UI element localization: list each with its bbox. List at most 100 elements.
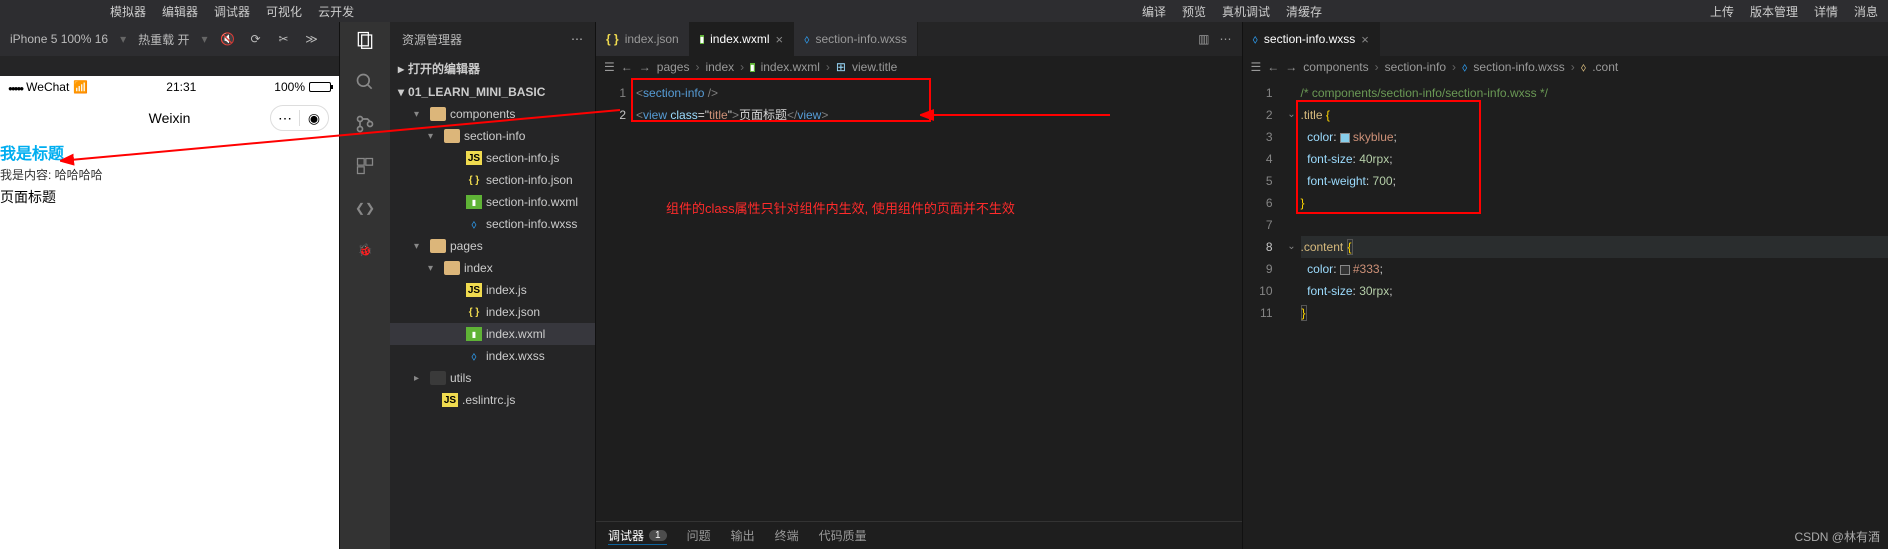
device-selector[interactable]: iPhone 5 100% 16 — [10, 32, 108, 46]
tree-item-index-json[interactable]: { }index.json — [390, 301, 595, 323]
tree-item-section-info-wxss[interactable]: ⬨section-info.wxss — [390, 213, 595, 235]
tree-item-utils[interactable]: ▸utils — [390, 367, 595, 389]
tab-index-wxml[interactable]: ▮index.wxml× — [690, 22, 794, 56]
code-editor-right[interactable]: 1234567891011 ⌄⌄ /* components/section-i… — [1243, 78, 1888, 549]
tab-index-json[interactable]: { }index.json — [596, 22, 690, 56]
output-tab[interactable]: 输出 — [731, 527, 755, 544]
menu-cloud[interactable]: 云开发 — [318, 3, 354, 20]
status-bar: WeChat 📶 21:31 100% — [0, 76, 339, 98]
nav-back-icon[interactable]: ← — [621, 60, 633, 74]
activity-bar: ❮❯ 🐞 — [340, 22, 390, 549]
annotation-text: 组件的class属性只针对组件内生效, 使用组件的页面并不生效 — [666, 198, 1015, 220]
wifi-icon: 📶 — [73, 80, 88, 94]
menu-preview[interactable]: 预览 — [1182, 3, 1206, 20]
menu-upload[interactable]: 上传 — [1710, 3, 1734, 20]
menubar-right: 上传 版本管理 详情 消息 — [1710, 3, 1878, 20]
nav-fwd-icon[interactable]: → — [1285, 60, 1297, 74]
open-editors-section[interactable]: ▸打开的编辑器 — [390, 56, 595, 81]
explorer-panel: 资源管理器 ⋯ ▸打开的编辑器 ▾01_LEARN_MINI_BASIC ▾co… — [390, 22, 595, 549]
mute-icon[interactable]: 🔇 — [220, 31, 236, 47]
tree-item-section-info-wxml[interactable]: ▮section-info.wxml — [390, 191, 595, 213]
tree-item-index-wxss[interactable]: ⬨index.wxss — [390, 345, 595, 367]
menu-details[interactable]: 详情 — [1814, 3, 1838, 20]
tree-item-section-info-json[interactable]: { }section-info.json — [390, 169, 595, 191]
refresh-icon[interactable]: ⟳ — [248, 31, 264, 47]
search-icon[interactable] — [353, 70, 377, 94]
menu-version[interactable]: 版本管理 — [1750, 3, 1798, 20]
debugger-tab[interactable]: 调试器1 — [608, 527, 667, 545]
bottom-panel: 调试器1 问题 输出 终端 代码质量 — [596, 521, 1242, 549]
tree-item-section-info[interactable]: ▾section-info — [390, 125, 595, 147]
explorer-header: 资源管理器 ⋯ — [390, 22, 595, 56]
top-menubar: 模拟器 编辑器 调试器 可视化 云开发 编译 预览 真机调试 清缓存 上传 版本… — [0, 0, 1888, 22]
simulator-device: WeChat 📶 21:31 100% Weixin ⋯ ◉ 我是标题 我是内容… — [0, 76, 339, 549]
capsule-button: ⋯ ◉ — [270, 105, 329, 131]
tab-section-info-wxss[interactable]: ⬨section-info.wxss× — [1243, 22, 1380, 56]
split-icon[interactable]: ▥ — [1198, 32, 1209, 46]
source-control-icon[interactable] — [353, 112, 377, 136]
battery-label: 100% — [274, 80, 305, 94]
preview-page-title: 页面标题 — [0, 183, 339, 207]
tree-item-index-wxml[interactable]: ▮index.wxml — [390, 323, 595, 345]
cut-icon[interactable]: ✂ — [276, 31, 292, 47]
close-icon[interactable]: × — [1361, 32, 1369, 47]
tree-item-section-info-js[interactable]: JSsection-info.js — [390, 147, 595, 169]
capsule-close-icon[interactable]: ◉ — [300, 110, 328, 127]
project-section[interactable]: ▾01_LEARN_MINI_BASIC — [390, 81, 595, 103]
battery-icon — [309, 82, 331, 92]
code-icon[interactable]: ❮❯ — [353, 196, 377, 220]
terminal-tab[interactable]: 终端 — [775, 527, 799, 544]
nav-back-icon[interactable]: ← — [1267, 60, 1279, 74]
breadcrumb-left[interactable]: ☰ ← → pages› index› ▮index.wxml› ⊞ view.… — [596, 56, 1242, 78]
nav-bar: Weixin ⋯ ◉ — [0, 98, 339, 138]
simulator-panel: iPhone 5 100% 16▾ 热重载 开▾ 🔇 ⟳ ✂ ≫ WeChat … — [0, 22, 340, 549]
extensions-icon[interactable] — [353, 154, 377, 178]
time-label: 21:31 — [166, 80, 196, 94]
menu-debugger[interactable]: 调试器 — [214, 3, 250, 20]
explorer-title: 资源管理器 — [402, 31, 462, 48]
breadcrumb-right[interactable]: ☰ ← → components› section-info› ⬨section… — [1243, 56, 1888, 78]
list-icon[interactable]: ☰ — [1251, 60, 1262, 74]
menu-realdevice[interactable]: 真机调试 — [1222, 3, 1270, 20]
code-editor-left[interactable]: 12 <section-info /> <view class="title">… — [596, 78, 1242, 521]
hot-reload-toggle[interactable]: 热重载 开 — [138, 31, 189, 48]
problems-tab[interactable]: 问题 — [687, 527, 711, 544]
file-tree: ▾components▾section-infoJSsection-info.j… — [390, 103, 595, 549]
more-icon[interactable]: ≫ — [304, 31, 320, 47]
list-icon[interactable]: ☰ — [604, 60, 615, 74]
watermark: CSDN @林有酒 — [1794, 528, 1880, 545]
tree-item-index-js[interactable]: JSindex.js — [390, 279, 595, 301]
quality-tab[interactable]: 代码质量 — [819, 527, 867, 544]
tab-section-info-wxss[interactable]: ⬨section-info.wxss — [794, 22, 918, 56]
tab-more-icon[interactable]: ⋯ — [1220, 32, 1232, 46]
menu-editor[interactable]: 编辑器 — [162, 3, 198, 20]
explorer-icon[interactable] — [353, 28, 377, 52]
simulator-toolbar: iPhone 5 100% 16▾ 热重载 开▾ 🔇 ⟳ ✂ ≫ — [0, 22, 339, 56]
tabbar-left: { }index.json▮index.wxml×⬨section-info.w… — [596, 22, 1242, 56]
explorer-more-icon[interactable]: ⋯ — [571, 32, 583, 46]
editors-area: { }index.json▮index.wxml×⬨section-info.w… — [595, 22, 1888, 549]
nav-fwd-icon[interactable]: → — [639, 60, 651, 74]
editor-left: { }index.json▮index.wxml×⬨section-info.w… — [595, 22, 1242, 549]
close-icon[interactable]: × — [776, 32, 784, 47]
menu-compile[interactable]: 编译 — [1142, 3, 1166, 20]
tree-item--eslintrc-js[interactable]: JS.eslintrc.js — [390, 389, 595, 411]
preview-title: 我是标题 — [0, 138, 339, 166]
wxss-icon: ⬨ — [1462, 60, 1467, 75]
tree-item-index[interactable]: ▾index — [390, 257, 595, 279]
simulator-body: 我是标题 我是内容: 哈哈哈哈 页面标题 — [0, 138, 339, 207]
bug-icon[interactable]: 🐞 — [353, 238, 377, 262]
menu-simulator[interactable]: 模拟器 — [110, 3, 146, 20]
menu-messages[interactable]: 消息 — [1854, 3, 1878, 20]
nav-title: Weixin — [149, 110, 191, 126]
tree-item-components[interactable]: ▾components — [390, 103, 595, 125]
menubar-center: 编译 预览 真机调试 清缓存 — [754, 3, 1710, 20]
tree-item-pages[interactable]: ▾pages — [390, 235, 595, 257]
capsule-menu-icon[interactable]: ⋯ — [271, 110, 299, 127]
editor-right: ⬨section-info.wxss× ☰ ← → components› se… — [1242, 22, 1888, 549]
menu-visual[interactable]: 可视化 — [266, 3, 302, 20]
menubar-left: 模拟器 编辑器 调试器 可视化 云开发 — [110, 3, 354, 20]
signal-icon — [8, 80, 22, 94]
menu-clearcache[interactable]: 清缓存 — [1286, 3, 1322, 20]
wxml-icon: ▮ — [750, 63, 754, 72]
